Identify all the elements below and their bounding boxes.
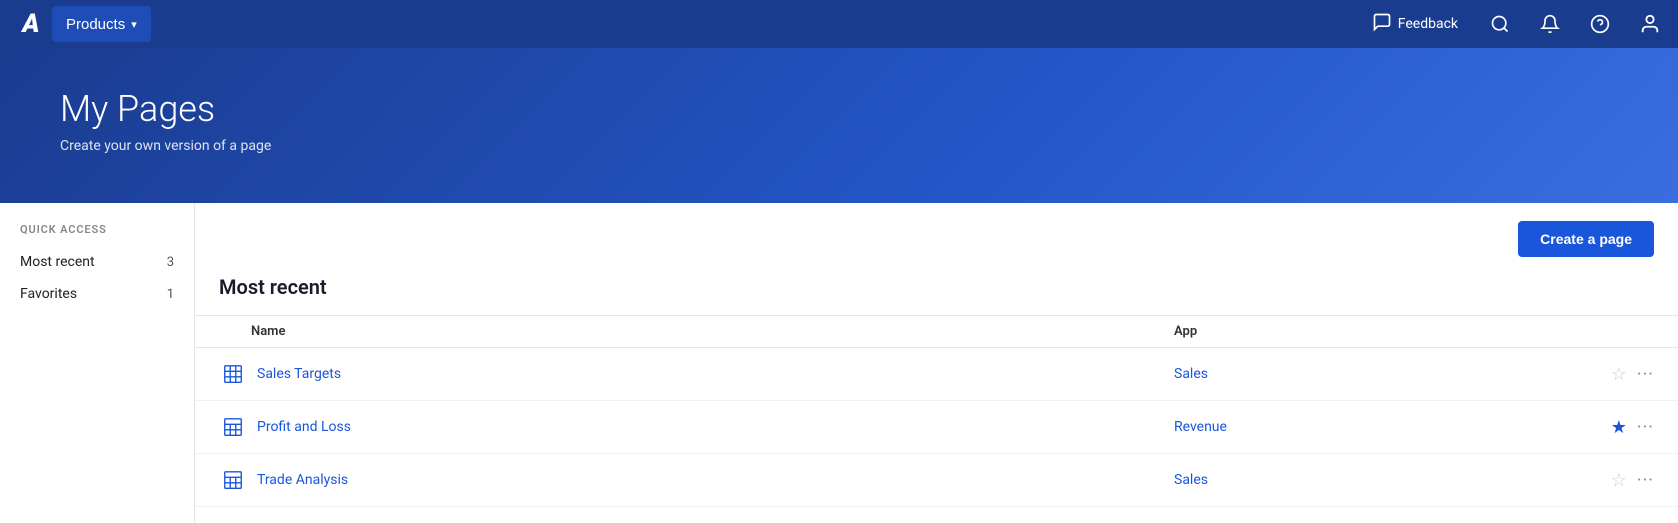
top-navigation: A Products ▾ Feedback	[0, 0, 1678, 48]
sidebar-item-label: Most recent	[20, 254, 95, 270]
row-app-name[interactable]: Sales	[1174, 472, 1574, 488]
search-button[interactable]	[1484, 8, 1516, 40]
products-label: Products	[66, 16, 125, 33]
content-header: Create a page	[195, 203, 1678, 275]
products-menu-button[interactable]: Products ▾	[52, 6, 151, 42]
sidebar-section-label: QUICK ACCESS	[0, 223, 194, 236]
page-title: My Pages	[60, 88, 1618, 130]
column-header-app: App	[1174, 324, 1574, 339]
table-row[interactable]: Sales Targets Sales ☆ ···	[195, 348, 1678, 401]
more-options-icon[interactable]: ···	[1637, 470, 1654, 491]
section-title: Most recent	[195, 275, 1678, 315]
help-button[interactable]	[1584, 8, 1616, 40]
sidebar-item-favorites[interactable]: Favorites 1	[0, 278, 194, 310]
page-type-icon	[219, 413, 247, 441]
row-page-name[interactable]: Trade Analysis	[257, 472, 1174, 488]
sidebar-item-count: 3	[167, 255, 174, 270]
notifications-button[interactable]	[1534, 8, 1566, 40]
logo[interactable]: A	[12, 6, 48, 42]
column-header-name: Name	[219, 324, 1174, 339]
sidebar-item-count: 1	[167, 287, 174, 302]
sidebar-item-most-recent[interactable]: Most recent 3	[0, 246, 194, 278]
page-subtitle: Create your own version of a page	[60, 138, 1618, 154]
create-page-button[interactable]: Create a page	[1518, 221, 1654, 257]
page-type-icon	[219, 360, 247, 388]
table-row[interactable]: Trade Analysis Sales ☆ ···	[195, 454, 1678, 507]
main-area: QUICK ACCESS Most recent 3 Favorites 1 C…	[0, 203, 1678, 523]
nav-right-actions: Feedback	[1364, 8, 1666, 40]
feedback-label: Feedback	[1398, 16, 1458, 32]
favorite-icon[interactable]: ☆	[1611, 364, 1627, 385]
favorite-icon[interactable]: ☆	[1611, 470, 1627, 491]
sidebar: QUICK ACCESS Most recent 3 Favorites 1	[0, 203, 195, 523]
user-menu-button[interactable]	[1634, 8, 1666, 40]
row-actions: ☆ ···	[1574, 364, 1654, 385]
row-page-name[interactable]: Profit and Loss	[257, 419, 1174, 435]
content-panel: Create a page Most recent Name App Sales…	[195, 203, 1678, 523]
more-options-icon[interactable]: ···	[1637, 417, 1654, 438]
row-actions: ☆ ···	[1574, 470, 1654, 491]
sidebar-item-label: Favorites	[20, 286, 77, 302]
chevron-down-icon: ▾	[131, 18, 137, 31]
more-options-icon[interactable]: ···	[1637, 364, 1654, 385]
table-row[interactable]: Profit and Loss Revenue ★ ···	[195, 401, 1678, 454]
logo-letter: A	[22, 9, 37, 39]
favorite-icon[interactable]: ★	[1611, 417, 1627, 438]
feedback-button[interactable]: Feedback	[1364, 8, 1466, 40]
table-header: Name App	[195, 315, 1678, 348]
row-page-name[interactable]: Sales Targets	[257, 366, 1174, 382]
page-type-icon	[219, 466, 247, 494]
feedback-bubble-icon	[1372, 12, 1392, 36]
row-actions: ★ ···	[1574, 417, 1654, 438]
row-app-name[interactable]: Revenue	[1174, 419, 1574, 435]
hero-banner: My Pages Create your own version of a pa…	[0, 48, 1678, 203]
row-app-name[interactable]: Sales	[1174, 366, 1574, 382]
